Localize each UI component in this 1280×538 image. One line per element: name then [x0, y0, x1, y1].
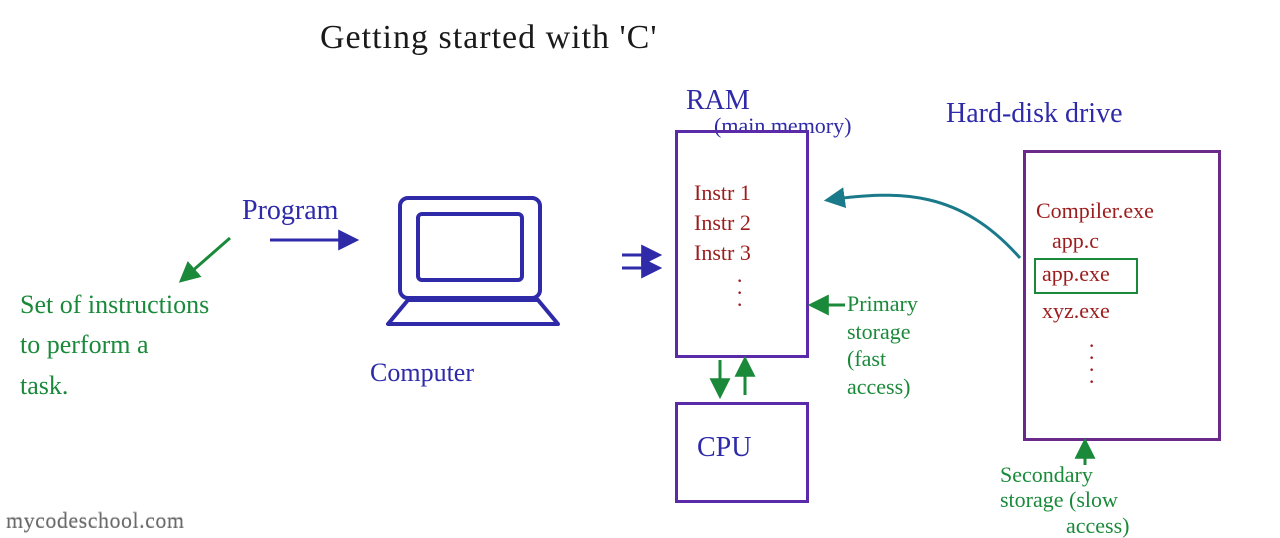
hdd-box — [1023, 150, 1221, 441]
program-label: Program — [242, 195, 338, 227]
primary-storage-label: Primary storage (fast access) — [847, 290, 918, 400]
arrow-program-to-note — [182, 238, 230, 280]
hdd-file-appexe: app.exe — [1042, 261, 1110, 286]
instructions-note: Set of instructions to perform a task. — [20, 285, 209, 406]
ram-instr-3: Instr 3 — [694, 240, 751, 265]
hdd-more-dots: ···· — [1088, 340, 1095, 388]
hdd-title: Hard-disk drive — [946, 98, 1123, 130]
computer-icon — [378, 192, 568, 352]
hdd-file-appc: app.c — [1052, 228, 1099, 253]
page-title: Getting started with 'C' — [320, 18, 658, 57]
arrow-hdd-to-ram — [828, 195, 1020, 258]
watermark: mycodeschool.com — [6, 508, 184, 534]
ram-instr-1: Instr 1 — [694, 180, 751, 205]
computer-label: Computer — [370, 358, 474, 388]
hdd-file-compiler: Compiler.exe — [1036, 198, 1154, 223]
ram-instr-2: Instr 2 — [694, 210, 751, 235]
secondary-storage-label: Secondary storage (slow access) — [1000, 462, 1130, 538]
cpu-label: CPU — [697, 432, 751, 464]
ram-more-dots: ··· — [736, 275, 743, 311]
arrow-computer-to-ram — [622, 255, 658, 268]
hdd-file-xyz: xyz.exe — [1042, 298, 1110, 323]
